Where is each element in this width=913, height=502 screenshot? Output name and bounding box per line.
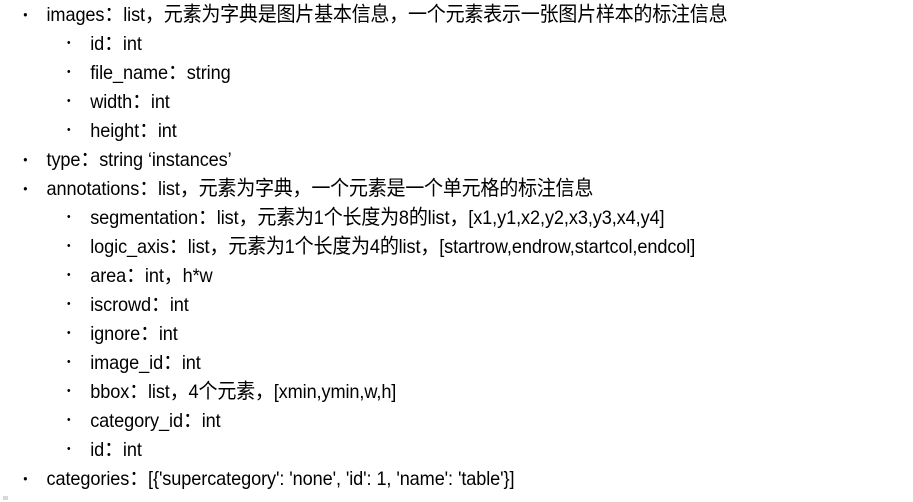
bullet-line: categories：[{'supercategory': 'none', 'i… <box>0 464 849 493</box>
bullet-point-icon <box>67 58 71 87</box>
bullet-line-label: id：int <box>90 438 142 461</box>
bullet-point-icon <box>67 261 71 290</box>
bullet-line-label: category_id：int <box>90 409 221 432</box>
bullet-line: id：int <box>0 29 849 58</box>
bottom-edge-artifact <box>3 496 8 500</box>
bullet-line-label: categories：[{'supercategory': 'none', 'i… <box>46 467 515 490</box>
bullet-point-icon <box>23 0 27 29</box>
bullet-line-label: file_name：string <box>90 61 231 84</box>
bullet-point-icon <box>67 116 71 145</box>
bullet-line-label: area：int，h*w <box>90 264 213 287</box>
bullet-line-label: type：string ‘instances’ <box>46 148 232 171</box>
bullet-line-label: bbox：list，4个元素，[xmin,ymin,w,h] <box>90 380 397 403</box>
bullet-line-label: ignore：int <box>90 322 178 345</box>
bullet-point-icon <box>23 464 27 493</box>
bullet-line: ignore：int <box>0 319 849 348</box>
bullet-line: file_name：string <box>0 58 849 87</box>
bullet-line-label: height：int <box>90 119 177 142</box>
bullet-line-label: segmentation：list，元素为1个长度为8的list，[x1,y1,… <box>90 206 665 229</box>
bullet-line: iscrowd：int <box>0 290 849 319</box>
bullet-line-label: logic_axis：list，元素为1个长度为4的list，[startrow… <box>90 235 696 258</box>
bullet-point-icon <box>67 377 71 406</box>
bullet-point-icon <box>23 174 27 203</box>
bullet-line: area：int，h*w <box>0 261 849 290</box>
bullet-point-icon <box>67 348 71 377</box>
bullet-line-label: width：int <box>90 90 170 113</box>
bullet-point-icon <box>67 406 71 435</box>
annotation-format-bullet-list: images：list，元素为字典是图片基本信息，一个元素表示一张图片样本的标注… <box>0 0 913 493</box>
bullet-line-label: annotations：list，元素为字典，一个元素是一个单元格的标注信息 <box>46 177 594 200</box>
bullet-point-icon <box>67 290 71 319</box>
bullet-line: category_id：int <box>0 406 849 435</box>
bullet-line: images：list，元素为字典是图片基本信息，一个元素表示一张图片样本的标注… <box>0 0 849 29</box>
bullet-point-icon <box>67 87 71 116</box>
bullet-line-label: image_id：int <box>90 351 201 374</box>
bullet-line-label: iscrowd：int <box>90 293 189 316</box>
bullet-line: logic_axis：list，元素为1个长度为4的list，[startrow… <box>0 232 849 261</box>
bullet-point-icon <box>67 232 71 261</box>
bullet-line-label: id：int <box>90 32 142 55</box>
bullet-line: height：int <box>0 116 849 145</box>
bullet-point-icon <box>23 145 27 174</box>
slide-canvas: images：list，元素为字典是图片基本信息，一个元素表示一张图片样本的标注… <box>0 0 913 502</box>
bullet-line: bbox：list，4个元素，[xmin,ymin,w,h] <box>0 377 849 406</box>
bullet-point-icon <box>67 29 71 58</box>
bullet-line: type：string ‘instances’ <box>0 145 849 174</box>
bullet-point-icon <box>67 435 71 464</box>
bullet-line-label: images：list，元素为字典是图片基本信息，一个元素表示一张图片样本的标注… <box>46 3 728 26</box>
bullet-line: image_id：int <box>0 348 849 377</box>
bullet-point-icon <box>67 319 71 348</box>
bullet-point-icon <box>67 203 71 232</box>
bullet-line: annotations：list，元素为字典，一个元素是一个单元格的标注信息 <box>0 174 849 203</box>
bullet-line: width：int <box>0 87 849 116</box>
bullet-line: id：int <box>0 435 849 464</box>
bullet-line: segmentation：list，元素为1个长度为8的list，[x1,y1,… <box>0 203 849 232</box>
